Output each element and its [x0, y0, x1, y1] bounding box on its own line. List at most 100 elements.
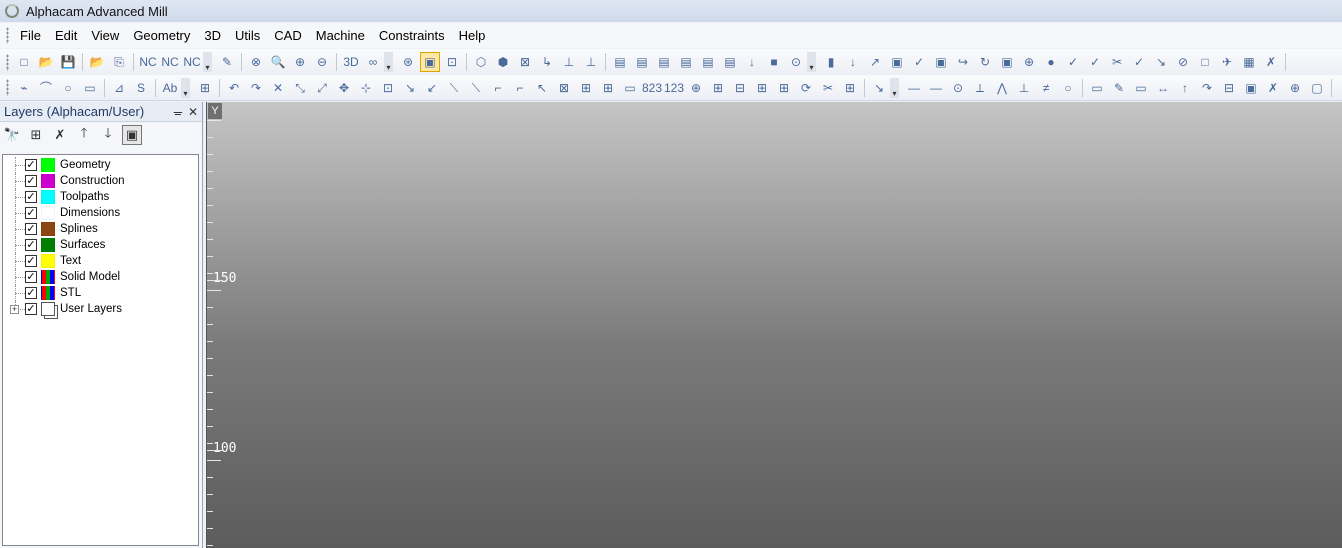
menu-constraints[interactable]: Constraints: [372, 23, 452, 48]
toolbar2-button-29[interactable]: ⊕: [686, 78, 706, 98]
toolbar1-button-5[interactable]: NC: [138, 52, 158, 72]
toolbar2-button-5[interactable]: S: [131, 78, 151, 98]
toolbar2-button-47[interactable]: ✎: [1109, 78, 1129, 98]
layer-item-solid-model[interactable]: ✓ Solid Model: [3, 269, 198, 285]
toolbar2-button-25[interactable]: ⊞: [598, 78, 618, 98]
toolbar1-button-27[interactable]: ▤: [676, 52, 696, 72]
toolbar2-button-0[interactable]: ⌁: [14, 78, 34, 98]
toolbar2-button-55[interactable]: ⊕: [1285, 78, 1305, 98]
toolbar1-button-28[interactable]: ▤: [698, 52, 718, 72]
layer-visibility-checkbox[interactable]: ✓: [25, 159, 37, 171]
toolbar2-button-38[interactable]: —: [904, 78, 924, 98]
layer-item-stl[interactable]: ✓ STL: [3, 285, 198, 301]
toolbar2-button-56[interactable]: ▢: [1307, 78, 1327, 98]
toolbar2-button-33[interactable]: ⊞: [774, 78, 794, 98]
move-down-icon[interactable]: 🡓: [98, 125, 118, 145]
layer-color-swatch[interactable]: [41, 254, 55, 268]
toolbar1-button-30[interactable]: ↓: [742, 52, 762, 72]
toolbar2-button-32[interactable]: ⊞: [752, 78, 772, 98]
toolbar1-button-0[interactable]: □: [14, 52, 34, 72]
toolbar1-button-35[interactable]: ↗: [865, 52, 885, 72]
toolbar1-button-53[interactable]: ✗: [1261, 52, 1281, 72]
toolbar2-button-19[interactable]: ⟍: [466, 78, 486, 98]
toolbar2-button-21[interactable]: ⌐: [510, 78, 530, 98]
toolbar1-button-45[interactable]: ✓: [1085, 52, 1105, 72]
toolbar1-button-23[interactable]: ⊥: [581, 52, 601, 72]
toolbar1-button-41[interactable]: ▣: [997, 52, 1017, 72]
toolbar1-button-17[interactable]: ⊡: [442, 52, 462, 72]
toolbar1-button-9[interactable]: ⊗: [246, 52, 266, 72]
toolbar2-button-42[interactable]: ⋀: [992, 78, 1012, 98]
toolbar2-button-45[interactable]: ○: [1058, 78, 1078, 98]
toolbar2-button-53[interactable]: ▣: [1241, 78, 1261, 98]
toolbar2-button-12[interactable]: ⤢: [312, 78, 332, 98]
layer-properties-icon[interactable]: ▣: [122, 125, 142, 145]
layer-color-multi-icon[interactable]: [41, 286, 55, 300]
toolbar1-overflow-dropdown[interactable]: ▾: [384, 52, 393, 72]
menu-cad[interactable]: CAD: [267, 23, 308, 48]
toolbar1-button-10[interactable]: 🔍: [268, 52, 288, 72]
toolbar1-button-38[interactable]: ▣: [931, 52, 951, 72]
toolbar1-button-34[interactable]: ↓: [843, 52, 863, 72]
toolbar1-button-31[interactable]: ■: [764, 52, 784, 72]
move-up-icon[interactable]: 🡑: [74, 125, 94, 145]
menu-3d[interactable]: 3D: [197, 23, 228, 48]
toolbar2-button-54[interactable]: ✗: [1263, 78, 1283, 98]
toolbar2-button-52[interactable]: ⊟: [1219, 78, 1239, 98]
layer-visibility-checkbox[interactable]: ✓: [25, 239, 37, 251]
toolbar1-button-15[interactable]: ⊛: [398, 52, 418, 72]
toolbar2-button-9[interactable]: ↷: [246, 78, 266, 98]
toolbar1-button-21[interactable]: ↳: [537, 52, 557, 72]
toolbar1-button-14[interactable]: ∞: [363, 52, 383, 72]
toolbar2-button-30[interactable]: ⊞: [708, 78, 728, 98]
toolbar1-button-52[interactable]: ▦: [1239, 52, 1259, 72]
toolbar2-overflow-dropdown[interactable]: ▾: [890, 77, 899, 98]
toolbar1-button-16[interactable]: ▣: [420, 52, 440, 72]
layer-item-construction[interactable]: ✓ Construction: [3, 173, 198, 189]
menu-view[interactable]: View: [84, 23, 126, 48]
toolbar1-button-13[interactable]: 3D: [341, 52, 361, 72]
toolbar2-button-36[interactable]: ⊞: [840, 78, 860, 98]
toolbar1-overflow-dropdown[interactable]: ▾: [807, 52, 816, 72]
toolbar2-button-24[interactable]: ⊞: [576, 78, 596, 98]
toolbar1-button-33[interactable]: ▮: [821, 52, 841, 72]
menu-help[interactable]: Help: [452, 23, 493, 48]
toolbar1-button-22[interactable]: ⊥: [559, 52, 579, 72]
toolbar2-button-3[interactable]: ▭: [80, 78, 100, 98]
menu-utils[interactable]: Utils: [228, 23, 267, 48]
toolbar1-button-46[interactable]: ✂: [1107, 52, 1127, 72]
user-layers-icon[interactable]: [41, 302, 55, 316]
layer-item-dimensions[interactable]: ✓ Dimensions: [3, 205, 198, 221]
expand-icon[interactable]: +: [10, 305, 19, 314]
toolbar1-button-8[interactable]: ✎: [217, 52, 237, 72]
toolbar2-button-13[interactable]: ✥: [334, 78, 354, 98]
toolbar1-button-42[interactable]: ⊕: [1019, 52, 1039, 72]
toolbar1-button-50[interactable]: □: [1195, 52, 1215, 72]
toolbar2-overflow-dropdown[interactable]: ▾: [181, 77, 190, 98]
delete-layer-icon[interactable]: ✗: [50, 125, 70, 145]
toolbar2-button-50[interactable]: ↑: [1175, 78, 1195, 98]
close-icon[interactable]: ✕: [188, 105, 198, 119]
toolbar2-button-7[interactable]: ⊞: [195, 78, 215, 98]
toolbar1-button-11[interactable]: ⊕: [290, 52, 310, 72]
toolbar2-button-49[interactable]: ↔: [1153, 78, 1173, 98]
layer-item-splines[interactable]: ✓ Splines: [3, 221, 198, 237]
layer-color-multi-icon[interactable]: [41, 270, 55, 284]
layer-visibility-checkbox[interactable]: ✓: [25, 287, 37, 299]
new-layer-icon[interactable]: ⊞: [26, 125, 46, 145]
toolbar1-button-48[interactable]: ↘: [1151, 52, 1171, 72]
toolbar2-button-4[interactable]: ⊿: [109, 78, 129, 98]
toolbar1-button-49[interactable]: ⊘: [1173, 52, 1193, 72]
toolbar1-button-12[interactable]: ⊖: [312, 52, 332, 72]
layer-visibility-checkbox[interactable]: ✓: [25, 223, 37, 235]
toolbar2-button-31[interactable]: ⊟: [730, 78, 750, 98]
menu-file[interactable]: File: [13, 23, 48, 48]
layer-visibility-checkbox[interactable]: ✓: [25, 175, 37, 187]
toolbar1-button-18[interactable]: ⬡: [471, 52, 491, 72]
toolbar1-button-32[interactable]: ⊙: [786, 52, 806, 72]
toolbar1-button-19[interactable]: ⬢: [493, 52, 513, 72]
toolbar2-button-40[interactable]: ⊙: [948, 78, 968, 98]
toolbar2-button-20[interactable]: ⌐: [488, 78, 508, 98]
toolbar2-button-26[interactable]: ▭: [620, 78, 640, 98]
layer-color-swatch[interactable]: [41, 158, 55, 172]
